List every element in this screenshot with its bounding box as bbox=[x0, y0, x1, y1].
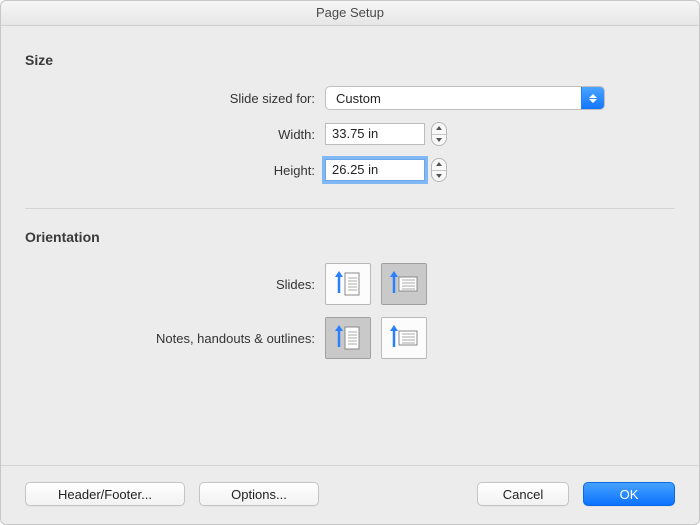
sized-for-value: Custom bbox=[326, 91, 581, 106]
chevron-up-down-icon bbox=[581, 87, 604, 109]
width-label: Width: bbox=[25, 127, 325, 142]
slides-orientation-row: Slides: bbox=[25, 263, 675, 305]
height-step-down[interactable] bbox=[432, 170, 446, 182]
height-field[interactable]: 26.25 in bbox=[325, 159, 425, 181]
dialog-footer: Header/Footer... Options... Cancel OK bbox=[1, 465, 699, 524]
width-step-up[interactable] bbox=[432, 123, 446, 134]
page-setup-dialog: Page Setup Size Slide sized for: Custom … bbox=[0, 0, 700, 525]
options-button[interactable]: Options... bbox=[199, 482, 319, 506]
orientation-portrait-icon bbox=[333, 323, 363, 353]
ok-button[interactable]: OK bbox=[583, 482, 675, 506]
height-row: Height: 26.25 in bbox=[25, 158, 675, 182]
width-stepper[interactable] bbox=[431, 122, 447, 146]
sized-for-select[interactable]: Custom bbox=[325, 86, 605, 110]
orientation-section-label: Orientation bbox=[25, 229, 675, 245]
cancel-button[interactable]: Cancel bbox=[477, 482, 569, 506]
notes-landscape-toggle[interactable] bbox=[381, 317, 427, 359]
height-control: 26.25 in bbox=[325, 158, 447, 182]
height-label: Height: bbox=[25, 163, 325, 178]
height-step-up[interactable] bbox=[432, 159, 446, 170]
header-footer-button[interactable]: Header/Footer... bbox=[25, 482, 185, 506]
notes-orientation-toggles bbox=[325, 317, 427, 359]
slides-orientation-label: Slides: bbox=[25, 277, 325, 292]
slides-orientation-toggles bbox=[325, 263, 427, 305]
notes-orientation-row: Notes, handouts & outlines: bbox=[25, 317, 675, 359]
width-field[interactable]: 33.75 in bbox=[325, 123, 425, 145]
orientation-portrait-icon bbox=[333, 269, 363, 299]
notes-orientation-label: Notes, handouts & outlines: bbox=[25, 331, 325, 346]
notes-portrait-toggle[interactable] bbox=[325, 317, 371, 359]
sized-for-row: Slide sized for: Custom bbox=[25, 86, 675, 110]
orientation-landscape-icon bbox=[389, 323, 419, 353]
width-row: Width: 33.75 in bbox=[25, 122, 675, 146]
slides-landscape-toggle[interactable] bbox=[381, 263, 427, 305]
width-control: 33.75 in bbox=[325, 122, 447, 146]
sized-for-label: Slide sized for: bbox=[25, 91, 325, 106]
slides-portrait-toggle[interactable] bbox=[325, 263, 371, 305]
orientation-landscape-icon bbox=[389, 269, 419, 299]
size-section-label: Size bbox=[25, 52, 675, 68]
section-divider bbox=[25, 208, 675, 209]
window-title: Page Setup bbox=[1, 1, 699, 26]
height-stepper[interactable] bbox=[431, 158, 447, 182]
dialog-body: Size Slide sized for: Custom Width: 33.7… bbox=[1, 26, 699, 465]
width-step-down[interactable] bbox=[432, 134, 446, 146]
